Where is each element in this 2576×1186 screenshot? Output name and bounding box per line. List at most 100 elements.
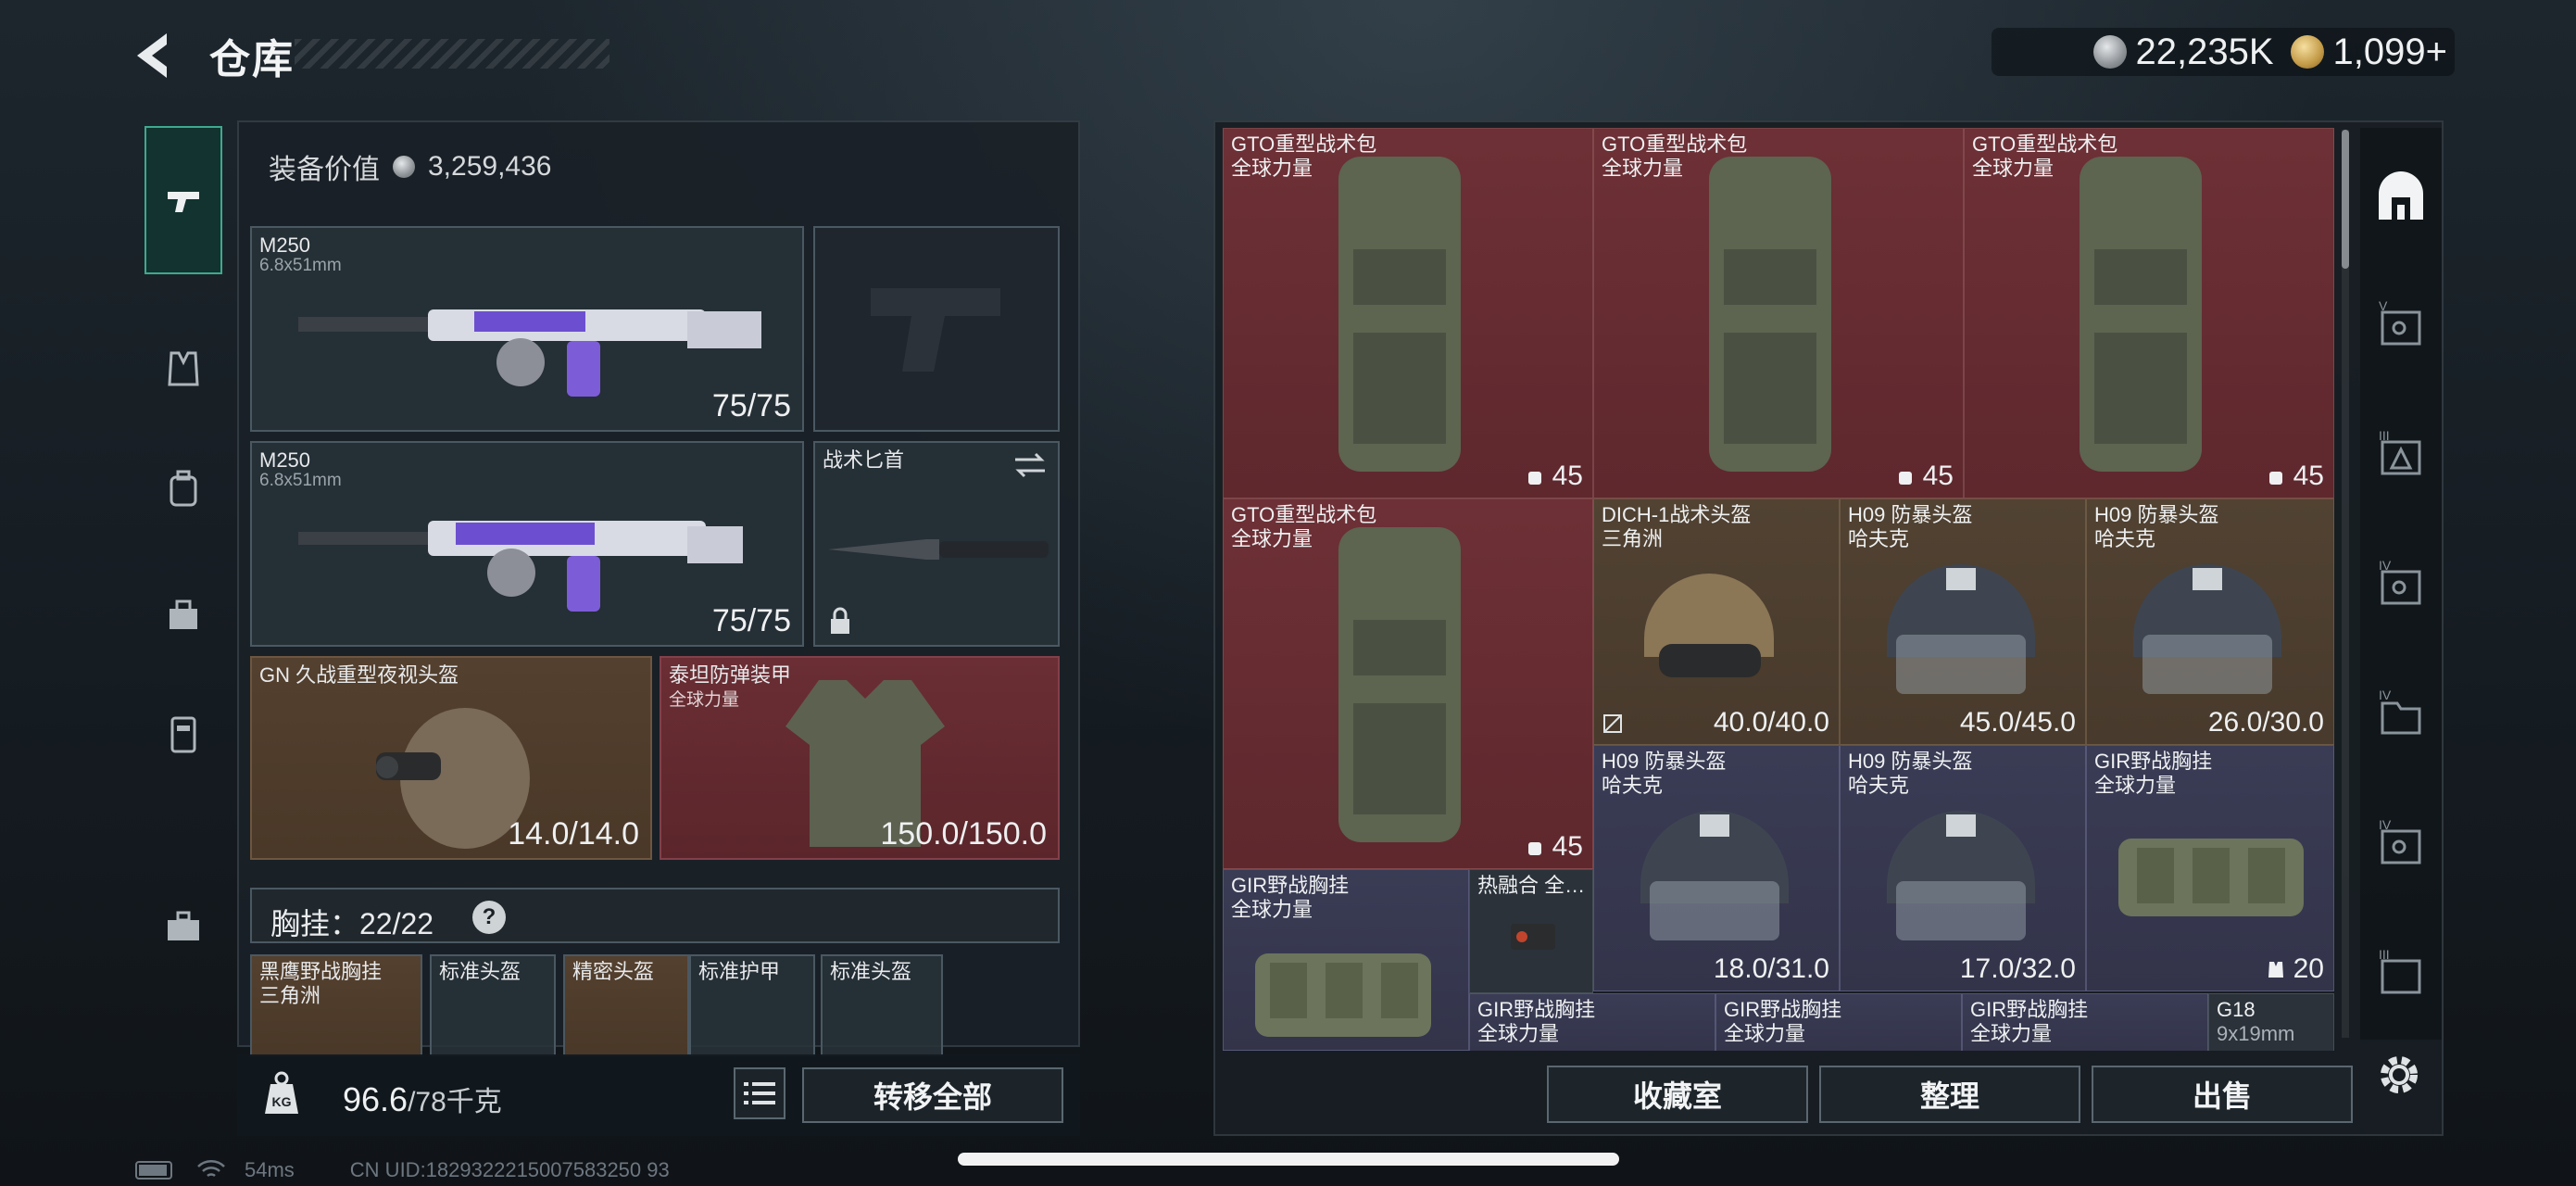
vest-item[interactable]: 标准护甲 xyxy=(689,954,815,1056)
storage-item[interactable]: H09 防暴头盔 哈夫克 17.0/32.0 xyxy=(1840,745,2086,991)
wifi-icon xyxy=(197,1160,225,1178)
ping: 54ms xyxy=(245,1158,295,1181)
item-value: 20 xyxy=(2293,953,2324,984)
riot-helmet-image xyxy=(2133,564,2281,694)
storage-item[interactable]: GTO重型战术包 全球力量 45 xyxy=(1223,498,1593,869)
storage-item[interactable]: 热融合 全… xyxy=(1469,869,1593,993)
tab-tier-label: IV xyxy=(2379,688,2392,702)
tab-storage-v[interactable]: V xyxy=(2364,274,2438,376)
armor-slot[interactable]: 泰坦防弹装甲 全球力量 150.0/150.0 xyxy=(660,656,1060,860)
item-durability: 45.0/45.0 xyxy=(1959,707,2076,738)
pistol-slot-empty[interactable] xyxy=(813,226,1060,432)
weapon-ammo: 75/75 xyxy=(711,388,791,423)
item-name: DICH-1战术头盔 xyxy=(1602,503,1752,526)
back-arrow-icon[interactable] xyxy=(130,28,185,83)
weapon-ammo: 75/75 xyxy=(711,603,791,638)
backpack-image xyxy=(1338,527,1461,842)
vest-item-name: 精密头盔 xyxy=(572,960,655,983)
vest-item[interactable]: 标准头盔 xyxy=(821,954,943,1056)
storage-item[interactable]: GIR野战胸挂 全球力量 20 xyxy=(2086,745,2334,991)
currency-bar: 22,235K 1,099+ xyxy=(1992,28,2455,76)
category-weapons[interactable] xyxy=(145,126,222,274)
item-name: 热融合 全… xyxy=(1477,874,1586,897)
sell-button[interactable]: 出售 xyxy=(2092,1066,2353,1123)
helmet-durability: 14.0/14.0 xyxy=(508,816,639,852)
item-faction: 全球力量 xyxy=(1602,157,1684,180)
category-toolbox[interactable] xyxy=(145,888,222,965)
vest-item-name: 黑鹰野战胸挂 xyxy=(259,960,383,983)
category-vest[interactable] xyxy=(145,330,222,408)
tab-storage-iv-a[interactable]: IV xyxy=(2364,534,2438,636)
organize-button[interactable]: 整理 xyxy=(1819,1066,2080,1123)
riot-helmet-image xyxy=(1887,811,2035,940)
item-faction: 全球力量 xyxy=(1972,157,2055,180)
item-name: GIR野战胸挂 xyxy=(1970,998,2089,1021)
vest-item-faction: 三角洲 xyxy=(259,984,321,1007)
armor-durability: 150.0/150.0 xyxy=(880,816,1047,852)
melee-slot[interactable]: 战术匕首 xyxy=(813,441,1060,647)
transfer-all-button[interactable]: 转移全部 xyxy=(802,1067,1063,1123)
tab-storage-iv-c[interactable]: IV xyxy=(2364,793,2438,895)
tactical-helmet-image xyxy=(1644,574,1774,677)
tab-storage-iii[interactable]: III xyxy=(2364,404,2438,506)
tab-storage-iii-b[interactable]: III xyxy=(2364,923,2438,1025)
storage-item[interactable]: H09 防暴头盔 哈夫克 18.0/31.0 xyxy=(1593,745,1840,991)
gold-amount: 1,099+ xyxy=(2332,31,2447,72)
category-case[interactable] xyxy=(145,695,222,773)
gear-icon[interactable] xyxy=(2371,1047,2427,1103)
primary-weapon-slot-1[interactable]: M250 6.8x51mm 75/75 xyxy=(250,226,804,432)
title-decoration xyxy=(295,39,609,69)
helmet-slot[interactable]: GN 久战重型夜视头盔 14.0/14.0 xyxy=(250,656,652,860)
storage-box-icon: V xyxy=(2379,298,2421,346)
primary-weapon-slot-2[interactable]: M250 6.8x51mm 75/75 xyxy=(250,441,804,647)
item-name: H09 防暴头盔 xyxy=(1848,503,1973,526)
storage-item[interactable]: GIR野战胸挂 全球力量 xyxy=(1469,993,1715,1051)
backpack-small-icon xyxy=(1527,842,1541,855)
silver-currency[interactable]: 22,235K xyxy=(2092,32,2274,73)
item-value: 45 xyxy=(1922,461,1954,491)
storage-box-icon: III xyxy=(2379,947,2421,994)
vest-item[interactable]: 黑鹰野战胸挂 三角洲 xyxy=(250,954,422,1056)
storage-item[interactable]: GIR野战胸挂 全球力量 xyxy=(1715,993,1962,1051)
storage-item[interactable]: GIR野战胸挂 全球力量 xyxy=(1962,993,2208,1051)
m250-rifle-image xyxy=(298,309,761,397)
item-name: H09 防暴头盔 xyxy=(2094,503,2219,526)
item-capacity: 45 xyxy=(2266,461,2324,492)
melee-name: 战术匕首 xyxy=(823,448,905,472)
help-icon[interactable]: ? xyxy=(472,901,506,934)
item-durability: 17.0/32.0 xyxy=(1959,953,2076,984)
pistol-icon xyxy=(168,192,199,212)
item-faction: 全球力量 xyxy=(1477,1022,1560,1045)
storage-item[interactable]: GTO重型战术包 全球力量 45 xyxy=(1223,128,1593,498)
item-durability: 18.0/31.0 xyxy=(1713,953,1829,984)
swap-arrows-icon[interactable] xyxy=(1012,450,1049,480)
category-backpack[interactable] xyxy=(145,450,222,528)
storage-item[interactable]: DICH-1战术头盔 三角洲 40.0/40.0 xyxy=(1593,498,1840,745)
equipment-value: 装备价值 3,259,436 xyxy=(269,146,551,187)
item-caliber: 9x19mm xyxy=(2217,1022,2295,1045)
collection-room-button[interactable]: 收藏室 xyxy=(1547,1066,1808,1123)
vest-item[interactable]: 标准头盔 xyxy=(430,954,556,1056)
tab-storage-iv-b[interactable]: IV xyxy=(2364,663,2438,765)
backpack-image xyxy=(1338,157,1461,472)
storage-scrollbar-thumb[interactable] xyxy=(2342,130,2349,269)
home-indicator[interactable] xyxy=(958,1153,1619,1166)
storage-item[interactable]: H09 防暴头盔 哈夫克 26.0/30.0 xyxy=(2086,498,2334,745)
tab-main-storage[interactable] xyxy=(2364,146,2438,248)
list-view-button[interactable] xyxy=(734,1067,785,1119)
storage-item[interactable]: H09 防暴头盔 哈夫克 45.0/45.0 xyxy=(1840,498,2086,745)
item-capacity: 20 xyxy=(2266,953,2324,985)
storage-item[interactable]: GTO重型战术包 全球力量 45 xyxy=(1964,128,2334,498)
storage-item[interactable]: GTO重型战术包 全球力量 45 xyxy=(1593,128,1964,498)
weight-kg-icon: KG xyxy=(265,1071,298,1114)
storage-item[interactable]: GIR野战胸挂 全球力量 xyxy=(1223,869,1469,1051)
tab-tier-label: III xyxy=(2379,947,2390,962)
gold-currency[interactable]: 1,099+ xyxy=(2290,31,2447,73)
category-bag[interactable] xyxy=(145,574,222,652)
item-capacity: 45 xyxy=(1525,831,1583,863)
storage-item[interactable]: G18 9x19mm xyxy=(2208,993,2334,1051)
item-name: GIR野战胸挂 xyxy=(2094,750,2213,773)
item-faction: 全球力量 xyxy=(1231,898,1313,921)
vest-item[interactable]: 精密头盔 xyxy=(563,954,689,1056)
vest-capacity: 胸挂：22/22 xyxy=(270,907,434,940)
